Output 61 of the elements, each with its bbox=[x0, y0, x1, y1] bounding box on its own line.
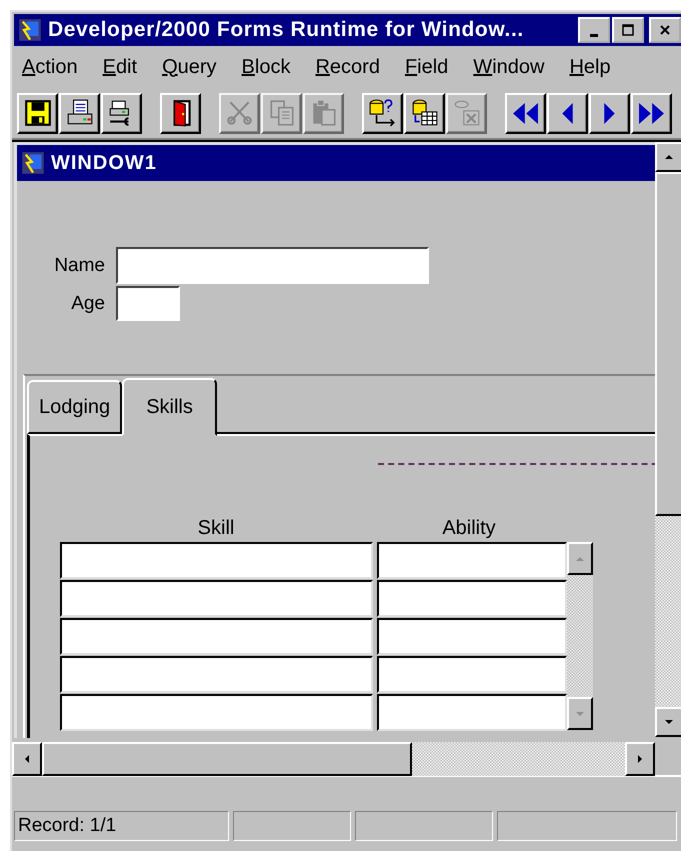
table-cell[interactable] bbox=[377, 618, 567, 655]
column-header: Skill bbox=[196, 517, 236, 540]
table-cell[interactable] bbox=[377, 580, 567, 617]
minimize-icon bbox=[589, 34, 599, 36]
column-header: Ability bbox=[441, 517, 497, 540]
table-cell[interactable] bbox=[60, 694, 373, 731]
menu-item[interactable]: Edit bbox=[102, 56, 160, 78]
menu-item[interactable]: Action bbox=[22, 56, 100, 78]
menu-item[interactable]: Record bbox=[315, 56, 402, 78]
tab[interactable]: Skills bbox=[122, 378, 217, 436]
table-cell[interactable] bbox=[377, 542, 567, 579]
toolbar-button[interactable] bbox=[160, 92, 201, 134]
field-label: Age bbox=[71, 292, 105, 314]
input-field[interactable] bbox=[116, 286, 180, 321]
toolbar-button[interactable] bbox=[547, 92, 588, 134]
maximize-icon bbox=[622, 24, 634, 36]
menu-item[interactable]: Help bbox=[569, 56, 633, 78]
floppy-icon bbox=[22, 98, 52, 128]
maximize-button[interactable] bbox=[612, 17, 644, 43]
database-question-icon bbox=[368, 98, 398, 128]
table-cell[interactable] bbox=[60, 618, 373, 655]
right-arrow-icon bbox=[635, 754, 645, 764]
right-arrow-icon bbox=[604, 102, 615, 124]
double-right-arrow-icon bbox=[639, 102, 664, 124]
window-title: Developer/2000 Forms Runtime for Window... bbox=[48, 18, 524, 42]
toolbar-button[interactable] bbox=[101, 92, 142, 134]
menu-item[interactable]: Block bbox=[242, 56, 312, 78]
toolbar-button[interactable] bbox=[362, 92, 403, 134]
menu-item[interactable]: Window bbox=[473, 56, 566, 78]
minimize-button[interactable] bbox=[578, 17, 610, 43]
scrollbar[interactable] bbox=[12, 742, 655, 776]
toolbar-button[interactable] bbox=[404, 92, 445, 134]
app-icon bbox=[21, 151, 45, 175]
scrollbar[interactable] bbox=[567, 542, 593, 730]
menu-item[interactable]: Query bbox=[162, 56, 239, 78]
field-label: Name bbox=[54, 254, 105, 276]
up-arrow-icon bbox=[664, 152, 674, 162]
input-field[interactable] bbox=[116, 247, 429, 284]
close-icon bbox=[659, 24, 671, 36]
window-title: WINDOW1 bbox=[51, 152, 157, 174]
grid-cross-icon bbox=[452, 98, 482, 128]
close-button[interactable] bbox=[649, 17, 681, 43]
table-cell[interactable] bbox=[60, 656, 373, 693]
table-cell[interactable] bbox=[377, 656, 567, 693]
toolbar-button[interactable] bbox=[59, 92, 100, 134]
tab[interactable]: Lodging bbox=[27, 380, 122, 434]
toolbar-button[interactable] bbox=[589, 92, 630, 134]
table-cell[interactable] bbox=[377, 694, 567, 731]
left-arrow-icon bbox=[562, 102, 573, 124]
toolbar-button[interactable] bbox=[505, 92, 546, 134]
toolbar-button[interactable] bbox=[17, 92, 58, 134]
down-arrow-icon bbox=[664, 717, 674, 727]
app-icon bbox=[18, 18, 42, 42]
table-cell[interactable] bbox=[60, 542, 373, 579]
table-cell[interactable] bbox=[60, 580, 373, 617]
status-text: Record: 1/1 bbox=[18, 815, 116, 837]
double-left-arrow-icon bbox=[513, 102, 538, 124]
toolbar-button[interactable] bbox=[631, 92, 672, 134]
menu-item[interactable]: Field bbox=[404, 56, 470, 78]
database-grid-icon bbox=[410, 98, 440, 128]
scrollbar[interactable] bbox=[655, 142, 681, 737]
